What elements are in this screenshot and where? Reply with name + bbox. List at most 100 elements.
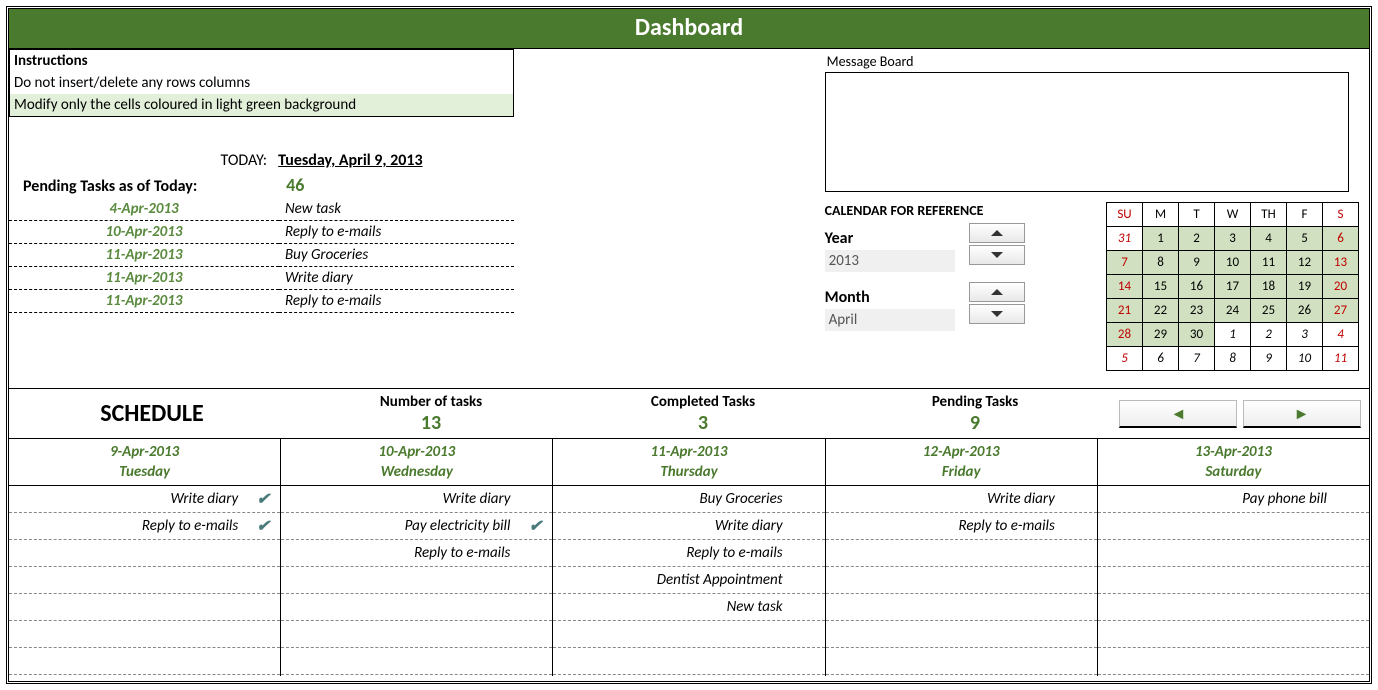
schedule-task-row[interactable]: [1098, 594, 1369, 621]
calendar-day[interactable]: 11: [1251, 251, 1287, 275]
year-up-button[interactable]: [969, 223, 1025, 243]
schedule-task-row[interactable]: Write diary: [281, 486, 552, 513]
calendar-day[interactable]: 11: [1323, 347, 1359, 371]
reference-calendar: SUMTWTHFS3112345678910111213141516171819…: [1106, 202, 1359, 371]
month-value[interactable]: April: [825, 309, 955, 331]
calendar-day[interactable]: 30: [1179, 323, 1215, 347]
schedule-day-date: 9-Apr-2013: [9, 439, 280, 463]
message-board-box[interactable]: [825, 72, 1349, 192]
calendar-weekday: SU: [1107, 203, 1143, 227]
schedule-task-row[interactable]: [281, 567, 552, 594]
calendar-day[interactable]: 2: [1179, 227, 1215, 251]
schedule-task-row[interactable]: Write diary: [553, 513, 824, 540]
schedule-task-row[interactable]: [1098, 621, 1369, 648]
calendar-day[interactable]: 26: [1287, 299, 1323, 323]
calendar-day[interactable]: 8: [1143, 251, 1179, 275]
calendar-day[interactable]: 9: [1179, 251, 1215, 275]
year-down-button[interactable]: [969, 245, 1025, 265]
schedule-next-button[interactable]: ►: [1243, 400, 1361, 428]
schedule-task-row[interactable]: Reply to e-mails: [281, 540, 552, 567]
schedule-task-row[interactable]: New task: [553, 594, 824, 621]
calendar-day[interactable]: 17: [1215, 275, 1251, 299]
calendar-day[interactable]: 18: [1251, 275, 1287, 299]
schedule-task-row[interactable]: [1098, 567, 1369, 594]
calendar-day[interactable]: 19: [1287, 275, 1323, 299]
schedule-task-row[interactable]: [9, 594, 280, 621]
today-value: Tuesday, April 9, 2013: [278, 151, 422, 170]
calendar-day[interactable]: 16: [1179, 275, 1215, 299]
month-down-button[interactable]: [969, 304, 1025, 324]
schedule-task-row[interactable]: Reply to e-mails✔: [9, 513, 280, 540]
schedule-task-row[interactable]: Pay electricity bill✔: [281, 513, 552, 540]
pending-tasks-label: Pending Tasks as of Today:: [15, 177, 273, 196]
calendar-weekday: W: [1215, 203, 1251, 227]
calendar-weekday: T: [1179, 203, 1215, 227]
pending-task-name: Reply to e-mails: [279, 290, 514, 313]
calendar-day[interactable]: 23: [1179, 299, 1215, 323]
schedule-task-row[interactable]: Write diary✔: [9, 486, 280, 513]
schedule-task-row[interactable]: [826, 648, 1097, 675]
schedule-task-row[interactable]: Buy Groceries: [553, 486, 824, 513]
calendar-day[interactable]: 13: [1323, 251, 1359, 275]
check-icon: ✔: [257, 490, 270, 509]
schedule-task-row[interactable]: [553, 621, 824, 648]
schedule-task-row[interactable]: [9, 648, 280, 675]
calendar-day[interactable]: 20: [1323, 275, 1359, 299]
calendar-day[interactable]: 10: [1287, 347, 1323, 371]
year-label: Year: [825, 229, 965, 248]
calendar-day[interactable]: 24: [1215, 299, 1251, 323]
schedule-task-row[interactable]: Reply to e-mails: [826, 513, 1097, 540]
schedule-task-row[interactable]: Write diary: [826, 486, 1097, 513]
schedule-task-row[interactable]: [826, 567, 1097, 594]
calendar-day[interactable]: 21: [1107, 299, 1143, 323]
schedule-task-row[interactable]: [1098, 648, 1369, 675]
schedule-task-row[interactable]: Pay phone bill: [1098, 486, 1369, 513]
calendar-day[interactable]: 7: [1179, 347, 1215, 371]
calendar-day[interactable]: 14: [1107, 275, 1143, 299]
schedule-task-row[interactable]: [9, 567, 280, 594]
calendar-day[interactable]: 3: [1287, 323, 1323, 347]
calendar-day[interactable]: 6: [1143, 347, 1179, 371]
schedule-task-row[interactable]: Dentist Appointment: [553, 567, 824, 594]
schedule-task-row[interactable]: [9, 540, 280, 567]
calendar-day[interactable]: 8: [1215, 347, 1251, 371]
calendar-day[interactable]: 3: [1215, 227, 1251, 251]
calendar-day[interactable]: 22: [1143, 299, 1179, 323]
calendar-day[interactable]: 4: [1251, 227, 1287, 251]
schedule-task-row[interactable]: [281, 594, 552, 621]
calendar-weekday: S: [1323, 203, 1359, 227]
calendar-day[interactable]: 1: [1143, 227, 1179, 251]
calendar-day[interactable]: 28: [1107, 323, 1143, 347]
schedule-task-row[interactable]: [826, 594, 1097, 621]
calendar-day[interactable]: 5: [1287, 227, 1323, 251]
calendar-day[interactable]: 10: [1215, 251, 1251, 275]
calendar-day[interactable]: 6: [1323, 227, 1359, 251]
calendar-day[interactable]: 9: [1251, 347, 1287, 371]
schedule-task-row[interactable]: [1098, 513, 1369, 540]
schedule-task-row[interactable]: [281, 648, 552, 675]
calendar-weekday: TH: [1251, 203, 1287, 227]
calendar-day[interactable]: 25: [1251, 299, 1287, 323]
calendar-day[interactable]: 15: [1143, 275, 1179, 299]
calendar-day[interactable]: 1: [1215, 323, 1251, 347]
calendar-day[interactable]: 29: [1143, 323, 1179, 347]
schedule-task-row[interactable]: [553, 648, 824, 675]
calendar-day[interactable]: 7: [1107, 251, 1143, 275]
schedule-task-row[interactable]: [826, 540, 1097, 567]
schedule-task-text: Dentist Appointment: [553, 571, 790, 589]
message-board-label: Message Board: [825, 49, 1363, 72]
calendar-day[interactable]: 27: [1323, 299, 1359, 323]
schedule-task-row[interactable]: [1098, 540, 1369, 567]
year-value[interactable]: 2013: [825, 250, 955, 272]
calendar-day[interactable]: 2: [1251, 323, 1287, 347]
schedule-prev-button[interactable]: ◄: [1119, 400, 1237, 428]
calendar-day[interactable]: 5: [1107, 347, 1143, 371]
calendar-day[interactable]: 31: [1107, 227, 1143, 251]
schedule-task-row[interactable]: [826, 621, 1097, 648]
schedule-task-row[interactable]: [281, 621, 552, 648]
month-up-button[interactable]: [969, 282, 1025, 302]
calendar-day[interactable]: 12: [1287, 251, 1323, 275]
schedule-task-row[interactable]: [9, 621, 280, 648]
calendar-day[interactable]: 4: [1323, 323, 1359, 347]
schedule-task-row[interactable]: Reply to e-mails: [553, 540, 824, 567]
